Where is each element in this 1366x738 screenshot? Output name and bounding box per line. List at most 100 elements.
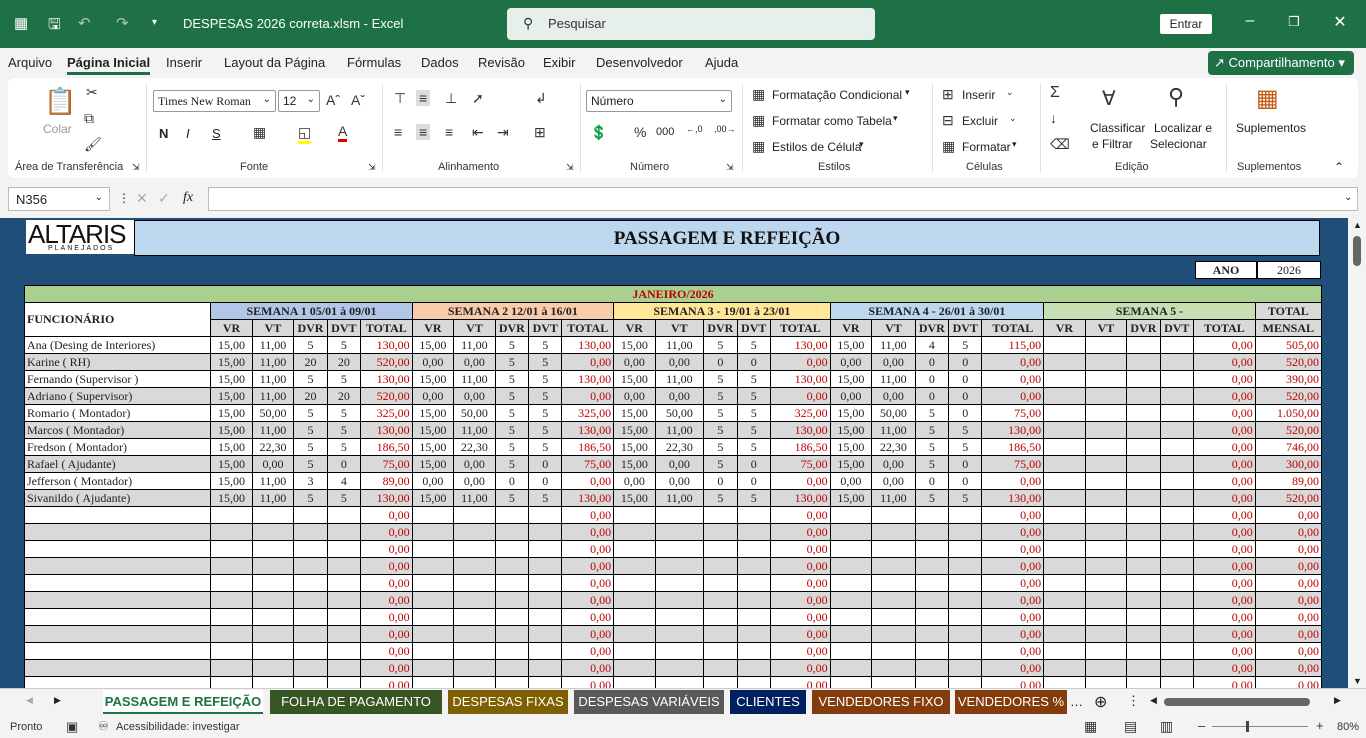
value-cell[interactable] — [528, 625, 563, 643]
value-cell[interactable] — [1159, 608, 1194, 626]
value-cell[interactable]: 0,00 — [411, 472, 455, 490]
find-select-icon[interactable]: ⚲ — [1168, 84, 1184, 110]
value-cell[interactable] — [494, 557, 530, 575]
value-cell[interactable] — [736, 557, 771, 575]
value-cell[interactable]: 15,00 — [210, 472, 253, 490]
value-cell[interactable] — [871, 506, 916, 524]
value-cell[interactable] — [1084, 574, 1128, 592]
increase-indent-icon[interactable]: ⇥ — [497, 124, 509, 141]
value-cell[interactable] — [1043, 472, 1086, 490]
clear-icon[interactable]: ⌫ — [1050, 136, 1070, 153]
fill-color-icon[interactable]: ◱ — [298, 124, 312, 144]
value-cell[interactable] — [914, 557, 950, 575]
value-cell[interactable]: 5 — [736, 421, 771, 439]
increase-font-icon[interactable]: Aˆ — [326, 92, 340, 108]
value-cell[interactable] — [1126, 591, 1161, 609]
week-total-cell[interactable]: 0,00 — [561, 557, 615, 575]
value-cell[interactable] — [736, 540, 771, 558]
value-cell[interactable] — [703, 625, 738, 643]
more-options-icon[interactable]: ⋮ — [118, 191, 130, 205]
week-total-cell[interactable]: 0,00 — [561, 608, 615, 626]
employee-name[interactable] — [23, 642, 212, 660]
value-cell[interactable] — [871, 676, 916, 688]
value-cell[interactable]: 20 — [293, 387, 328, 405]
value-cell[interactable]: 5 — [703, 387, 738, 405]
value-cell[interactable] — [948, 591, 983, 609]
conditional-format-button[interactable]: Formatação Condicional — [772, 88, 902, 102]
week-total-cell[interactable]: 0,00 — [360, 506, 413, 524]
week-total-cell[interactable]: 0,00 — [769, 523, 831, 541]
value-cell[interactable] — [871, 574, 916, 592]
week-total-cell[interactable]: 0,00 — [561, 574, 615, 592]
value-cell[interactable]: 0 — [948, 472, 983, 490]
value-cell[interactable]: 5 — [326, 438, 362, 456]
value-cell[interactable]: 5 — [948, 489, 983, 507]
week-total-cell[interactable]: 0,00 — [561, 676, 615, 688]
value-cell[interactable] — [251, 540, 295, 558]
sheet-tab[interactable]: VENDEDORES FIXO — [812, 690, 950, 714]
value-cell[interactable] — [210, 591, 253, 609]
more-sheets-icon[interactable]: … — [1070, 694, 1083, 709]
value-cell[interactable] — [210, 574, 253, 592]
week-total-cell[interactable]: 0,00 — [1192, 540, 1256, 558]
value-cell[interactable] — [1043, 659, 1086, 677]
delete-cells-button[interactable]: Excluir — [962, 114, 998, 128]
value-cell[interactable]: 4 — [326, 472, 362, 490]
value-cell[interactable] — [871, 659, 916, 677]
value-cell[interactable]: 15,00 — [613, 489, 656, 507]
value-cell[interactable] — [1043, 676, 1086, 688]
value-cell[interactable] — [948, 574, 983, 592]
value-cell[interactable] — [210, 608, 253, 626]
value-cell[interactable] — [1159, 489, 1194, 507]
value-cell[interactable] — [1126, 353, 1161, 371]
employee-name[interactable] — [23, 625, 212, 643]
value-cell[interactable]: 11,00 — [871, 421, 916, 439]
value-cell[interactable]: 0,00 — [829, 353, 873, 371]
value-cell[interactable] — [411, 676, 455, 688]
column-header[interactable]: DVT — [736, 319, 771, 337]
value-cell[interactable] — [293, 574, 328, 592]
value-cell[interactable] — [654, 523, 705, 541]
value-cell[interactable] — [1159, 438, 1194, 456]
value-cell[interactable] — [914, 591, 950, 609]
value-cell[interactable]: 5 — [494, 421, 530, 439]
value-cell[interactable]: 15,00 — [210, 336, 253, 354]
monthly-total-cell[interactable]: 0,00 — [1254, 540, 1323, 558]
borders-icon[interactable]: ▦ — [253, 124, 266, 141]
week-total-cell[interactable]: 75,00 — [769, 455, 831, 473]
value-cell[interactable]: 11,00 — [654, 489, 705, 507]
value-cell[interactable]: 0,00 — [411, 387, 455, 405]
value-cell[interactable]: 0 — [914, 472, 950, 490]
normal-view-icon[interactable]: ▦ — [1084, 718, 1097, 735]
value-cell[interactable] — [1043, 421, 1086, 439]
scroll-thumb[interactable] — [1353, 236, 1361, 266]
week-total-cell[interactable]: 0,00 — [981, 370, 1045, 388]
week-total-cell[interactable]: 0,00 — [360, 625, 413, 643]
monthly-total-cell[interactable]: 0,00 — [1254, 523, 1323, 541]
sheet-title-cell[interactable]: PASSAGEM E REFEIÇÃO — [134, 220, 1320, 256]
font-color-icon[interactable]: A — [338, 123, 348, 142]
value-cell[interactable]: 5 — [914, 455, 950, 473]
value-cell[interactable] — [411, 540, 455, 558]
column-header[interactable]: DVR — [1126, 319, 1161, 337]
value-cell[interactable]: 0 — [703, 353, 738, 371]
week-total-cell[interactable]: 186,50 — [360, 438, 413, 456]
value-cell[interactable]: 5 — [293, 370, 328, 388]
value-cell[interactable] — [453, 642, 496, 660]
monthly-total-cell[interactable]: 0,00 — [1254, 574, 1323, 592]
value-cell[interactable]: 0,00 — [453, 455, 496, 473]
value-cell[interactable] — [1159, 455, 1194, 473]
percent-icon[interactable]: % — [634, 124, 646, 140]
value-cell[interactable]: 15,00 — [613, 455, 656, 473]
value-cell[interactable] — [1043, 455, 1086, 473]
value-cell[interactable]: 0 — [326, 455, 362, 473]
value-cell[interactable] — [453, 591, 496, 609]
value-cell[interactable] — [494, 659, 530, 677]
value-cell[interactable] — [251, 523, 295, 541]
week-total-cell[interactable]: 0,00 — [561, 642, 615, 660]
tab-options-icon[interactable]: ⋮ — [1127, 693, 1140, 709]
value-cell[interactable] — [494, 506, 530, 524]
fill-icon[interactable]: ↓ — [1050, 110, 1057, 126]
value-cell[interactable] — [613, 506, 656, 524]
font-size-combo[interactable]: 12 ⌄ — [278, 90, 320, 112]
